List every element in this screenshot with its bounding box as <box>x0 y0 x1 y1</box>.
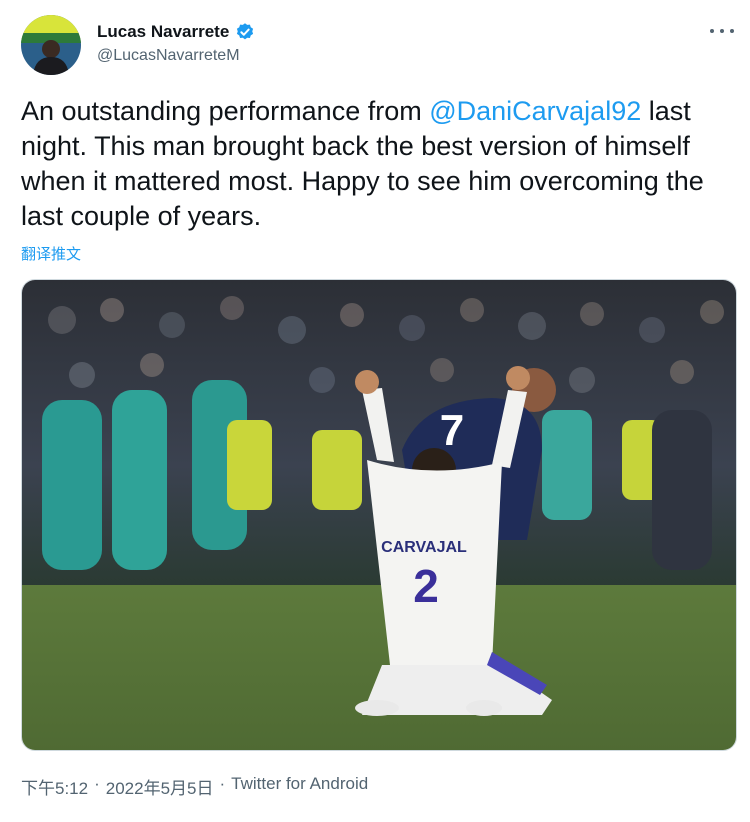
author-name-row[interactable]: Lucas Navarrete <box>97 21 255 43</box>
meta-separator: · <box>94 774 100 793</box>
tweet-photo[interactable]: 7 CARVAJAL 2 <box>21 279 737 751</box>
opponent-number: 7 <box>440 406 464 455</box>
avatar-image <box>21 15 81 75</box>
avatar[interactable] <box>21 15 81 75</box>
tweet-meta: 下午5:12 · 2022年5月5日 · Twitter for Android <box>21 774 368 799</box>
author-display-name[interactable]: Lucas Navarrete <box>97 22 229 42</box>
jersey-number: 2 <box>413 560 439 612</box>
author-handle[interactable]: @LucasNavarreteM <box>97 47 240 65</box>
meta-separator: · <box>219 774 226 793</box>
mention-link[interactable]: @DaniCarvajal92 <box>429 96 641 126</box>
right-fist <box>506 366 530 390</box>
tweet-time[interactable]: 下午5:12 <box>21 774 88 799</box>
more-dot <box>720 29 724 33</box>
verified-badge-icon <box>235 22 255 42</box>
tweet-text: An outstanding performance from @DaniCar… <box>21 94 731 234</box>
pitch <box>22 585 736 750</box>
more-options-icon[interactable] <box>710 22 734 40</box>
translate-tweet-link[interactable]: 翻译推文 <box>21 243 81 264</box>
jersey-name: CARVAJAL <box>381 539 467 556</box>
more-dot <box>730 29 734 33</box>
tweet-text-before: An outstanding performance from <box>21 96 430 126</box>
tweet-source[interactable]: Twitter for Android <box>231 774 368 799</box>
left-fist <box>355 370 379 394</box>
more-dot <box>710 29 714 33</box>
tweet-date[interactable]: 2022年5月5日 <box>106 774 214 799</box>
